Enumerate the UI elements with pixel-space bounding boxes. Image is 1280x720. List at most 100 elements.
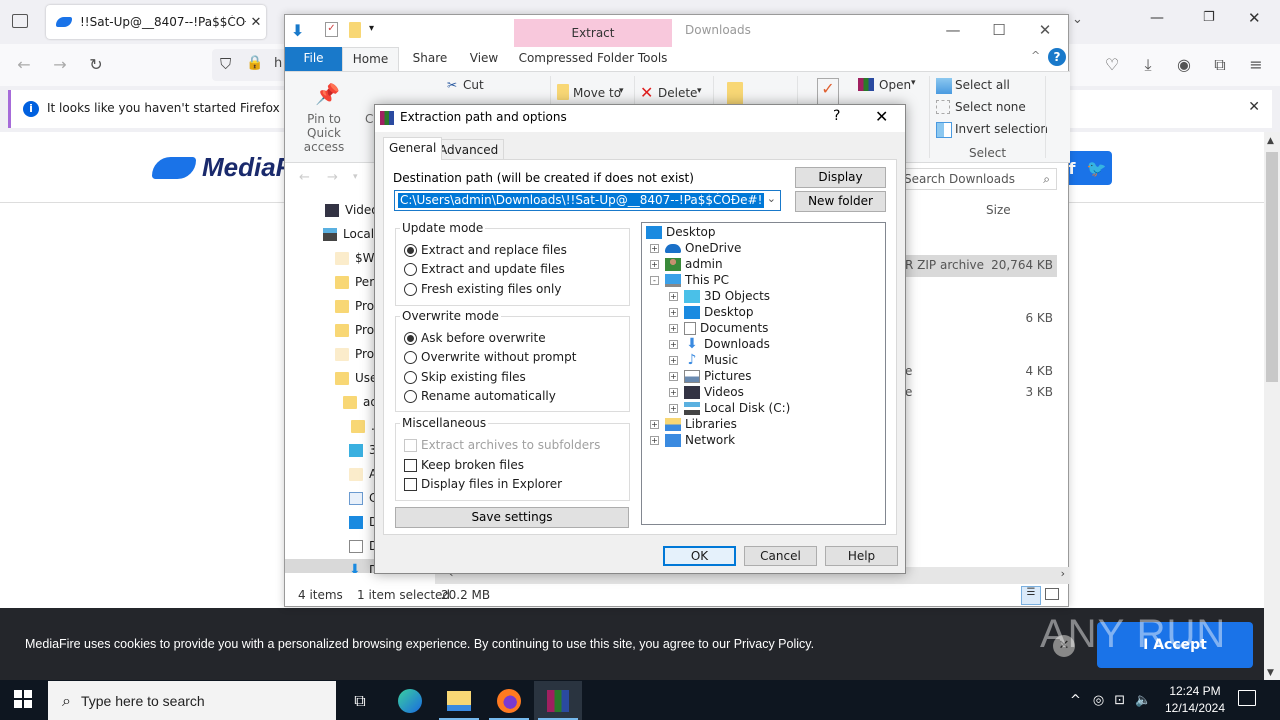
move-to-button[interactable]: Move to [573, 86, 621, 100]
edge-icon[interactable] [386, 681, 434, 720]
nav-item[interactable]: $Wi [335, 247, 378, 269]
ok-button[interactable]: OK [663, 546, 736, 566]
tab-general[interactable]: General [383, 137, 443, 160]
radio-selected[interactable] [404, 331, 417, 345]
cancel-button[interactable]: Cancel [744, 546, 817, 566]
task-view-icon[interactable]: ⧉ [336, 681, 384, 720]
properties-large-icon[interactable]: ✓ [817, 78, 839, 106]
maximize-icon[interactable]: ☐ [976, 19, 1022, 41]
close-window-icon[interactable]: ✕ [1248, 9, 1261, 27]
radio-unselected[interactable] [404, 370, 417, 384]
tab-share[interactable]: Share [405, 47, 455, 71]
scroll-up-icon[interactable]: ▲ [1267, 136, 1274, 146]
tree-node-desktop-pc[interactable]: + Desktop [669, 304, 754, 320]
chevron-down-icon[interactable]: ⌄ [767, 192, 776, 205]
collapse-ribbon-icon[interactable]: ^ [1031, 49, 1040, 62]
volume-icon[interactable]: 🔈 [1135, 693, 1151, 708]
minimize-icon[interactable]: — [1150, 10, 1164, 26]
expand-icon[interactable]: + [669, 291, 678, 301]
tree-node-videos[interactable]: + Videos [669, 384, 744, 400]
scrollbar-thumb[interactable] [1266, 152, 1278, 382]
tab-list-icon[interactable] [12, 14, 28, 28]
display-button[interactable]: Display [795, 167, 886, 188]
expand-icon[interactable]: + [669, 355, 678, 365]
expand-icon[interactable]: + [650, 243, 659, 253]
lock-icon[interactable]: 🔒 [246, 55, 263, 71]
new-folder-button[interactable]: New folder [795, 191, 886, 212]
nav-item[interactable]: Video [325, 199, 379, 221]
tree-node-libraries[interactable]: + Libraries [650, 416, 737, 432]
tab-file[interactable]: File [285, 47, 342, 71]
show-hidden-icons[interactable]: ^ [1070, 693, 1081, 708]
expand-icon[interactable]: + [669, 403, 678, 413]
tree-node-network[interactable]: + Network [650, 432, 735, 448]
file-explorer-taskbar-icon[interactable] [435, 681, 483, 720]
tree-node-downloads[interactable]: + ⬇ Downloads [669, 336, 770, 352]
radio-skip-existing[interactable]: Skip existing files [404, 370, 526, 384]
url-bar[interactable]: ⛉ 🔒 h [212, 49, 292, 81]
customize-qat-icon[interactable]: ▾ [369, 23, 374, 34]
start-button[interactable] [14, 690, 32, 708]
search-downloads-input[interactable]: Search Downloads ⌕ [897, 168, 1057, 190]
page-scrollbar[interactable]: ▲ ▼ [1264, 132, 1280, 680]
back-icon[interactable]: ← [12, 54, 36, 76]
tree-node-3d-objects[interactable]: +3D Objects [669, 288, 770, 304]
save-settings-button[interactable]: Save settings [395, 507, 629, 528]
mediafire-logo[interactable]: MediaF [152, 152, 292, 183]
notification-center-icon[interactable] [1238, 690, 1256, 706]
collapse-icon[interactable]: - [650, 275, 659, 285]
select-all-button[interactable]: Select all [955, 78, 1010, 92]
menu-icon[interactable]: ≡ [1244, 54, 1268, 76]
file-row[interactable]: 6 KB [905, 308, 1057, 330]
tree-node-pictures[interactable]: + Pictures [669, 368, 752, 384]
nav-item[interactable]: Perf [335, 271, 378, 293]
account-icon[interactable]: ◉ [1172, 54, 1196, 76]
tab-view[interactable]: View [460, 47, 508, 71]
expand-icon[interactable]: + [669, 323, 678, 333]
radio-extract-update[interactable]: Extract and update files [404, 262, 565, 276]
shield-icon[interactable]: ⛉ [220, 55, 231, 73]
checkbox[interactable] [404, 458, 417, 472]
radio-ask-before[interactable]: Ask before overwrite [404, 331, 546, 345]
file-row[interactable]: e 3 KB [905, 382, 1057, 404]
reload-icon[interactable]: ↻ [84, 54, 108, 76]
radio-unselected[interactable] [404, 389, 417, 403]
radio-extract-replace[interactable]: Extract and replace files [404, 243, 567, 257]
radio-overwrite-without[interactable]: Overwrite without prompt [404, 350, 576, 364]
expand-icon[interactable]: + [669, 339, 678, 349]
details-view-icon[interactable]: ☰ [1021, 586, 1041, 605]
tree-node-this-pc[interactable]: - This PC [650, 272, 729, 288]
close-notification-icon[interactable]: ✕ [1248, 99, 1260, 115]
checkbox[interactable] [404, 477, 417, 491]
extensions-icon[interactable]: ⧉ [1208, 54, 1232, 76]
file-row[interactable]: e 4 KB [905, 361, 1057, 383]
tab-home[interactable]: Home [342, 47, 399, 71]
back-icon[interactable]: ← [299, 170, 310, 185]
browser-tab[interactable]: !!Sat-Up@__8407--!Pa$$ĆΟĐe#! ✕ [46, 5, 266, 39]
checkbox-keep-broken[interactable]: Keep broken files [404, 458, 524, 472]
help-icon[interactable]: ? [833, 108, 840, 124]
destination-path-combobox[interactable]: C:\Users\admin\Downloads\!!Sat-Up@__8407… [394, 190, 781, 211]
cut-button[interactable]: Cut [463, 78, 484, 92]
close-tab-icon[interactable]: ✕ [246, 15, 266, 30]
radio-unselected[interactable] [404, 282, 417, 296]
download-arrow-icon[interactable]: ⬇ [291, 21, 304, 40]
scroll-right-icon[interactable]: › [1061, 567, 1065, 580]
properties-icon[interactable]: ✓ [325, 22, 338, 37]
forward-icon[interactable]: → [48, 54, 72, 76]
expand-icon[interactable]: + [669, 387, 678, 397]
radio-unselected[interactable] [404, 262, 417, 276]
expand-icon[interactable]: + [650, 435, 659, 445]
radio-fresh-existing[interactable]: Fresh existing files only [404, 282, 561, 296]
tree-node-documents[interactable]: + Documents [669, 320, 768, 336]
winrar-taskbar-icon[interactable] [534, 681, 582, 720]
tree-node-desktop[interactable]: Desktop [646, 224, 716, 240]
radio-selected[interactable] [404, 243, 417, 257]
list-all-tabs-icon[interactable]: ⌄ [1072, 12, 1083, 27]
tab-advanced[interactable]: Advanced [433, 139, 505, 159]
scroll-down-icon[interactable]: ▼ [1267, 668, 1274, 678]
clock[interactable]: 12:24 PM 12/14/2024 [1160, 683, 1230, 717]
large-icons-view-icon[interactable] [1045, 588, 1059, 600]
forward-icon[interactable]: → [327, 170, 338, 185]
tab-compressed-folder-tools[interactable]: Compressed Folder Tools [514, 47, 672, 71]
